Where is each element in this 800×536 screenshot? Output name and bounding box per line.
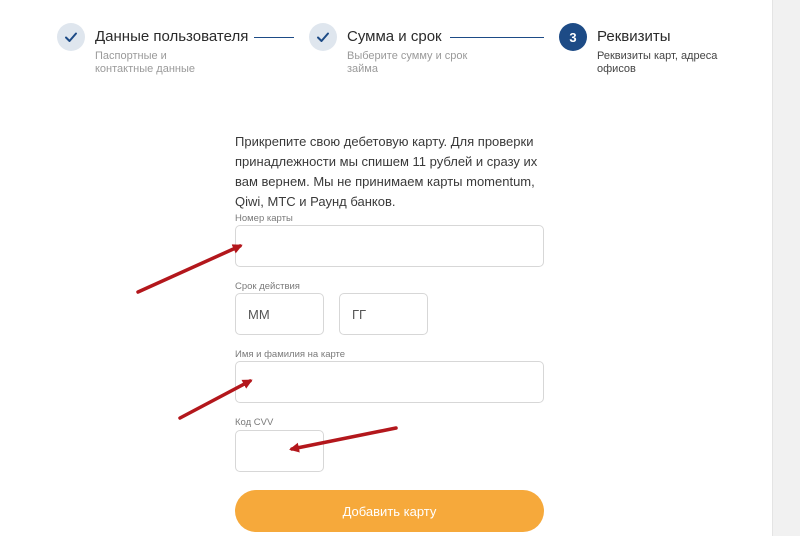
add-card-button[interactable]: Добавить карту	[235, 490, 544, 532]
cvv-input[interactable]	[235, 430, 324, 472]
step-connector	[450, 37, 544, 38]
step-3-number: 3	[559, 23, 587, 51]
step-2-subtitle: Выберите сумму и срок займа	[347, 50, 468, 75]
cardholder-label: Имя и фамилия на карте	[235, 349, 346, 360]
main-panel: Данные пользователя Паспортные и контакт…	[0, 0, 773, 536]
card-intro-text: Прикрепите свою дебетовую карту. Для про…	[235, 134, 538, 209]
step-1-check-icon	[57, 23, 85, 51]
step-3-title: Реквизиты	[597, 28, 671, 45]
expiry-label: Срок действия	[235, 281, 300, 292]
card-number-label: Номер карты	[235, 213, 293, 224]
step-2-check-icon	[309, 23, 337, 51]
step-1-title: Данные пользователя	[95, 28, 249, 45]
cvv-label: Код CVV	[235, 417, 274, 428]
step-connector	[254, 37, 294, 38]
cardholder-name-input[interactable]	[235, 361, 544, 403]
expiry-year-input[interactable]	[339, 293, 428, 335]
step-2-title: Сумма и срок	[347, 28, 442, 45]
card-number-input[interactable]	[235, 225, 544, 267]
expiry-month-input[interactable]	[235, 293, 324, 335]
step-3-subtitle: Реквизиты карт, адреса офисов	[597, 50, 718, 75]
step-1-subtitle: Паспортные и контактные данные	[95, 50, 195, 75]
